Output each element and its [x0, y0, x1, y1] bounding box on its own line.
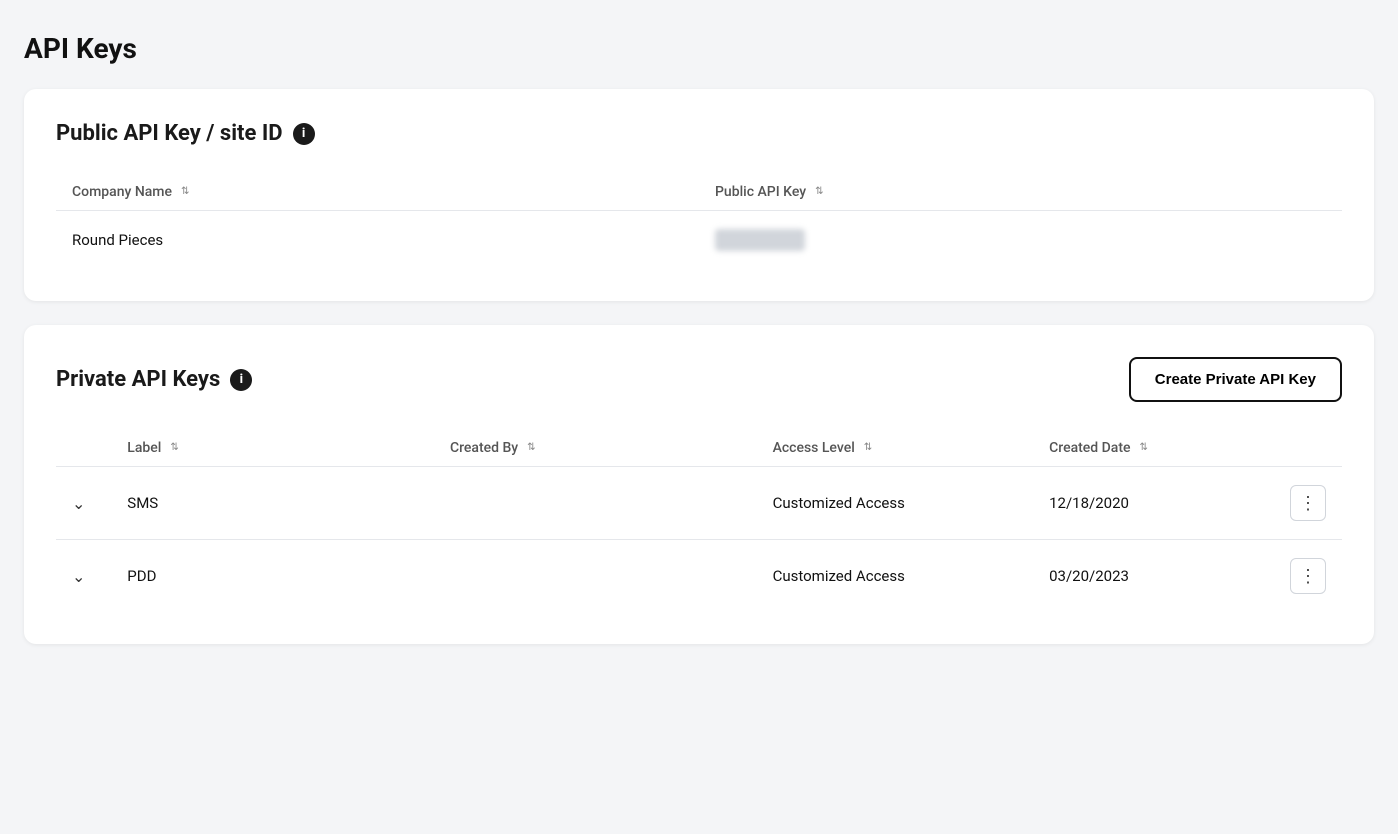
- table-row: ⌄ PDD Customized Access 03/20/2023 ⋮: [56, 540, 1342, 613]
- create-private-api-key-button[interactable]: Create Private API Key: [1129, 357, 1342, 402]
- label-sort-icon: ⇅: [170, 443, 178, 453]
- company-name-label: Company Name: [72, 184, 172, 200]
- public-api-key-sort-icon: ⇅: [815, 187, 823, 197]
- label-cell-sms: SMS: [111, 467, 434, 540]
- private-card-header: Private API Keys i Create Private API Ke…: [56, 357, 1342, 402]
- access-level-sort[interactable]: Access Level ⇅: [773, 440, 873, 456]
- col-header-expand: [56, 430, 111, 467]
- table-row: Round Pieces: [56, 211, 1342, 270]
- private-card-title: Private API Keys: [56, 367, 220, 392]
- public-card-title: Public API Key / site ID: [56, 121, 283, 146]
- access-level-cell-pdd: Customized Access: [757, 540, 1034, 613]
- expand-cell-pdd: ⌄: [56, 540, 111, 613]
- created-date-col-label: Created Date: [1049, 440, 1130, 456]
- label-sort[interactable]: Label ⇅: [127, 440, 178, 456]
- actions-cell-sms: ⋮: [1264, 467, 1342, 540]
- col-header-label: Label ⇅: [111, 430, 434, 467]
- public-api-key-sort[interactable]: Public API Key ⇅: [715, 184, 824, 200]
- created-date-cell-pdd: 03/20/2023: [1033, 540, 1263, 613]
- created-date-cell-sms: 12/18/2020: [1033, 467, 1263, 540]
- public-table-header-row: Company Name ⇅ Public API Key ⇅: [56, 174, 1342, 211]
- col-header-access-level: Access Level ⇅: [757, 430, 1034, 467]
- created-date-sort-icon: ⇅: [1140, 443, 1148, 453]
- created-date-sort[interactable]: Created Date ⇅: [1049, 440, 1148, 456]
- label-cell-pdd: PDD: [111, 540, 434, 613]
- table-row: ⌄ SMS Customized Access 12/18/2020 ⋮: [56, 467, 1342, 540]
- chevron-down-icon-pdd[interactable]: ⌄: [72, 567, 85, 586]
- actions-cell-pdd: ⋮: [1264, 540, 1342, 613]
- private-api-keys-card: Private API Keys i Create Private API Ke…: [24, 325, 1374, 644]
- created-by-sort[interactable]: Created By ⇅: [450, 440, 536, 456]
- col-header-company-name: Company Name ⇅: [56, 174, 699, 211]
- created-by-col-label: Created By: [450, 440, 518, 456]
- label-col-label: Label: [127, 440, 161, 456]
- public-api-key-table: Company Name ⇅ Public API Key ⇅ Round Pi…: [56, 174, 1342, 269]
- access-level-col-label: Access Level: [773, 440, 855, 456]
- public-api-key-cell: [699, 211, 1342, 270]
- page-title: API Keys: [24, 32, 1374, 65]
- chevron-down-icon-sms[interactable]: ⌄: [72, 494, 85, 513]
- company-name-sort[interactable]: Company Name ⇅: [72, 184, 189, 200]
- expand-cell-sms: ⌄: [56, 467, 111, 540]
- row-menu-button-sms[interactable]: ⋮: [1290, 485, 1326, 521]
- col-header-public-api-key: Public API Key ⇅: [699, 174, 1342, 211]
- company-name-cell: Round Pieces: [56, 211, 699, 270]
- col-header-created-date: Created Date ⇅: [1033, 430, 1263, 467]
- access-level-sort-icon: ⇅: [864, 443, 872, 453]
- public-card-header: Public API Key / site ID i: [56, 121, 1342, 146]
- col-header-created-by: Created By ⇅: [434, 430, 757, 467]
- private-api-keys-table: Label ⇅ Created By ⇅ Access Level ⇅: [56, 430, 1342, 612]
- private-info-icon[interactable]: i: [230, 369, 252, 391]
- public-api-key-label: Public API Key: [715, 184, 806, 200]
- access-level-cell-sms: Customized Access: [757, 467, 1034, 540]
- created-by-cell-sms: [434, 467, 757, 540]
- public-info-icon[interactable]: i: [293, 123, 315, 145]
- row-menu-button-pdd[interactable]: ⋮: [1290, 558, 1326, 594]
- blurred-api-key: [715, 229, 805, 251]
- col-header-actions: [1264, 430, 1342, 467]
- public-api-key-card: Public API Key / site ID i Company Name …: [24, 89, 1374, 301]
- company-name-sort-icon: ⇅: [181, 187, 189, 197]
- created-by-cell-pdd: [434, 540, 757, 613]
- private-table-header-row: Label ⇅ Created By ⇅ Access Level ⇅: [56, 430, 1342, 467]
- created-by-sort-icon: ⇅: [527, 443, 535, 453]
- private-header-left: Private API Keys i: [56, 367, 252, 392]
